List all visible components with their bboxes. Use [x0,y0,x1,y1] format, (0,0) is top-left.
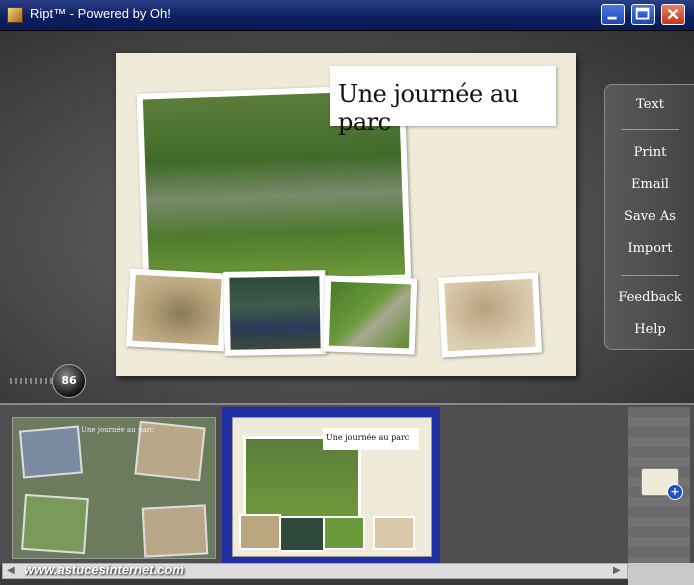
menu-print[interactable]: Print [605,145,694,160]
side-menu: Text Print Email Save As Import Feedback… [604,84,694,350]
add-page-icon[interactable]: + [667,484,683,500]
menu-feedback[interactable]: Feedback [605,290,694,305]
menu-divider [621,275,679,276]
thumb-photo [21,493,89,555]
minimize-icon [607,16,617,20]
window-title: Ript™ - Powered by Oh! [30,6,171,21]
thumb-photo [239,514,281,550]
meerkat-photo[interactable] [437,272,543,358]
thumb1-title: Une journée au parc [81,426,154,434]
garden-path-photo[interactable] [322,275,418,355]
thumb-photo [373,516,415,550]
page-filmstrip: Une journée au parc Une journée au parc [0,403,694,565]
title-bar: Ript™ - Powered by Oh! [0,0,694,31]
close-icon [667,8,679,20]
thumb-photo [141,504,209,558]
page-thumbnail-1[interactable]: Une journée au parc [12,417,216,559]
menu-help[interactable]: Help [605,322,694,337]
thumb-photo [279,516,325,552]
page-title: Une journée au parc [338,80,519,136]
minimize-button[interactable] [601,4,625,25]
close-button[interactable] [661,4,685,25]
thumb2-title: Une journée au parc [326,433,410,442]
maximize-button[interactable] [631,4,655,25]
app-icon [7,7,23,23]
menu-divider [621,129,679,130]
zoom-slider-track[interactable] [10,378,56,384]
cassowary-photo[interactable] [223,270,327,356]
menu-import[interactable]: Import [605,241,694,256]
menu-email[interactable]: Email [605,177,694,192]
watermark: www.astucesinternet.com [24,562,184,577]
thumb-photo [323,516,365,550]
scroll-right-icon[interactable]: ▶ [613,565,621,576]
page-thumbnail-2[interactable]: Une journée au parc [232,417,432,557]
maximize-icon [635,7,650,20]
scroll-left-icon[interactable]: ◀ [7,565,15,576]
page-title-tag[interactable]: Une journée au parc [330,66,556,136]
footer-corner [628,563,694,585]
zoom-value: 86 [61,374,77,387]
zoom-knob[interactable]: 86 [52,364,86,398]
thumb-title-tag: Une journée au parc [323,428,419,450]
tortoise-photo[interactable] [126,268,228,352]
thumb-photo [19,425,83,479]
menu-text[interactable]: Text [605,97,694,112]
menu-save-as[interactable]: Save As [605,209,694,224]
